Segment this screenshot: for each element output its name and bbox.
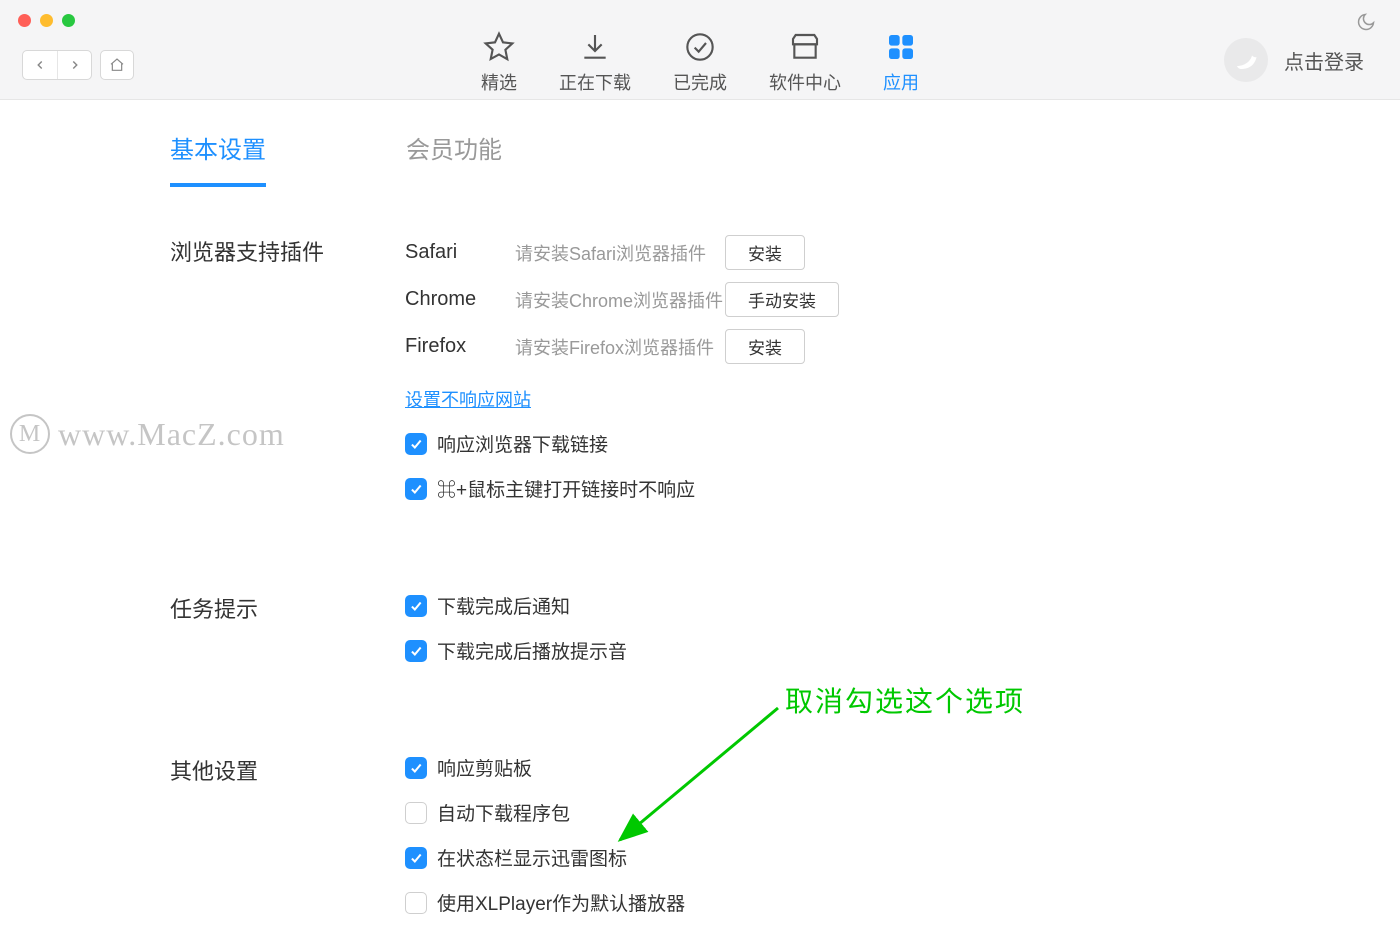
store-icon bbox=[789, 31, 821, 63]
dark-mode-toggle[interactable] bbox=[1356, 12, 1376, 37]
home-button[interactable] bbox=[100, 50, 134, 80]
tab-apps-label: 应用 bbox=[883, 69, 919, 95]
check-icon bbox=[409, 599, 423, 613]
check-label: 响应浏览器下载链接 bbox=[437, 430, 608, 457]
section-other-title: 其他设置 bbox=[170, 754, 405, 916]
section-browser-plugin: 浏览器支持插件 Safari 请安装Safari浏览器插件 安装 Chrome … bbox=[170, 235, 1400, 502]
tab-basic-settings[interactable]: 基本设置 bbox=[170, 130, 266, 187]
tab-apps[interactable]: 应用 bbox=[883, 31, 919, 95]
check-icon bbox=[409, 482, 423, 496]
maximize-window-button[interactable] bbox=[62, 14, 75, 27]
nav-back-forward bbox=[22, 50, 92, 80]
check-icon bbox=[409, 437, 423, 451]
checkbox-respond-browser-links[interactable] bbox=[405, 433, 427, 455]
annotation-text: 取消勾选这个选项 bbox=[785, 680, 1025, 720]
tab-software-center[interactable]: 软件中心 bbox=[769, 31, 841, 95]
check-statusbar-icon: 在状态栏显示迅雷图标 bbox=[405, 844, 685, 871]
check-circle-icon bbox=[684, 31, 716, 63]
plugin-row-safari: Safari 请安装Safari浏览器插件 安装 bbox=[405, 235, 839, 270]
plugin-name-safari: Safari bbox=[405, 241, 515, 264]
install-chrome-button[interactable]: 手动安装 bbox=[725, 282, 839, 317]
checkbox-xlplayer-default[interactable] bbox=[405, 892, 427, 914]
checkbox-statusbar-icon[interactable] bbox=[405, 847, 427, 869]
tab-software-center-label: 软件中心 bbox=[769, 69, 841, 95]
tab-featured-label: 精选 bbox=[481, 69, 517, 95]
plugin-row-firefox: Firefox 请安装Firefox浏览器插件 安装 bbox=[405, 329, 839, 364]
check-icon bbox=[409, 761, 423, 775]
page-content: 基本设置 会员功能 浏览器支持插件 Safari 请安装Safari浏览器插件 … bbox=[0, 100, 1400, 916]
tab-downloading-label: 正在下载 bbox=[559, 69, 631, 95]
bird-icon bbox=[1228, 42, 1264, 78]
check-cmd-click-no-response: ⌘+鼠标主键打开链接时不响应 bbox=[405, 475, 839, 502]
check-label: 下载完成后通知 bbox=[437, 592, 570, 619]
check-label: 使用XLPlayer作为默认播放器 bbox=[437, 889, 685, 916]
install-firefox-button[interactable]: 安装 bbox=[725, 329, 805, 364]
toolbar-tabs: 精选 正在下载 已完成 软件中心 应用 bbox=[481, 5, 919, 95]
check-xlplayer-default: 使用XLPlayer作为默认播放器 bbox=[405, 889, 685, 916]
apps-icon bbox=[885, 31, 917, 63]
tab-completed[interactable]: 已完成 bbox=[673, 31, 727, 95]
plugin-row-chrome: Chrome 请安装Chrome浏览器插件 手动安装 bbox=[405, 282, 839, 317]
section-other: 其他设置 响应剪贴板 自动下载程序包 在状态栏显示迅雷图标 使用XLPlay bbox=[170, 754, 1400, 916]
login-area[interactable]: 点击登录 bbox=[1224, 38, 1364, 82]
avatar bbox=[1224, 38, 1268, 82]
checkbox-cmd-click-no-response[interactable] bbox=[405, 478, 427, 500]
checkbox-notify-complete[interactable] bbox=[405, 595, 427, 617]
check-auto-download-pkg: 自动下载程序包 bbox=[405, 799, 685, 826]
checkbox-clipboard[interactable] bbox=[405, 757, 427, 779]
check-label: 响应剪贴板 bbox=[437, 754, 532, 781]
no-response-sites-link[interactable]: 设置不响应网站 bbox=[405, 386, 531, 412]
check-notify-complete: 下载完成后通知 bbox=[405, 592, 627, 619]
star-icon bbox=[483, 31, 515, 63]
tab-downloading[interactable]: 正在下载 bbox=[559, 31, 631, 95]
toolbar: 精选 正在下载 已完成 软件中心 应用 点击登录 bbox=[0, 0, 1400, 100]
checkbox-play-sound[interactable] bbox=[405, 640, 427, 662]
check-clipboard: 响应剪贴板 bbox=[405, 754, 685, 781]
check-icon bbox=[409, 644, 423, 658]
checkbox-auto-download-pkg[interactable] bbox=[405, 802, 427, 824]
check-label: ⌘+鼠标主键打开链接时不响应 bbox=[437, 475, 695, 502]
settings-tabs: 基本设置 会员功能 bbox=[170, 130, 1400, 187]
check-play-sound: 下载完成后播放提示音 bbox=[405, 637, 627, 664]
download-icon bbox=[579, 31, 611, 63]
section-task-notify: 任务提示 下载完成后通知 下载完成后播放提示音 bbox=[170, 592, 1400, 664]
close-window-button[interactable] bbox=[18, 14, 31, 27]
plugin-hint-firefox: 请安装Firefox浏览器插件 bbox=[515, 334, 725, 360]
back-button[interactable] bbox=[23, 51, 57, 79]
nav-buttons bbox=[22, 50, 134, 80]
tab-featured[interactable]: 精选 bbox=[481, 31, 517, 95]
check-icon bbox=[409, 851, 423, 865]
plugin-name-chrome: Chrome bbox=[405, 288, 515, 311]
check-label: 下载完成后播放提示音 bbox=[437, 637, 627, 664]
section-task-title: 任务提示 bbox=[170, 592, 405, 664]
plugin-hint-chrome: 请安装Chrome浏览器插件 bbox=[515, 287, 725, 313]
moon-icon bbox=[1356, 12, 1376, 32]
section-browser-title: 浏览器支持插件 bbox=[170, 235, 405, 502]
tab-member-features[interactable]: 会员功能 bbox=[406, 130, 502, 187]
plugin-name-firefox: Firefox bbox=[405, 335, 515, 358]
plugin-hint-safari: 请安装Safari浏览器插件 bbox=[515, 240, 725, 266]
check-label: 自动下载程序包 bbox=[437, 799, 570, 826]
tab-completed-label: 已完成 bbox=[673, 69, 727, 95]
install-safari-button[interactable]: 安装 bbox=[725, 235, 805, 270]
check-label: 在状态栏显示迅雷图标 bbox=[437, 844, 627, 871]
forward-button[interactable] bbox=[57, 51, 91, 79]
minimize-window-button[interactable] bbox=[40, 14, 53, 27]
login-text: 点击登录 bbox=[1284, 46, 1364, 75]
check-respond-browser-links: 响应浏览器下载链接 bbox=[405, 430, 839, 457]
window-controls bbox=[18, 14, 75, 27]
